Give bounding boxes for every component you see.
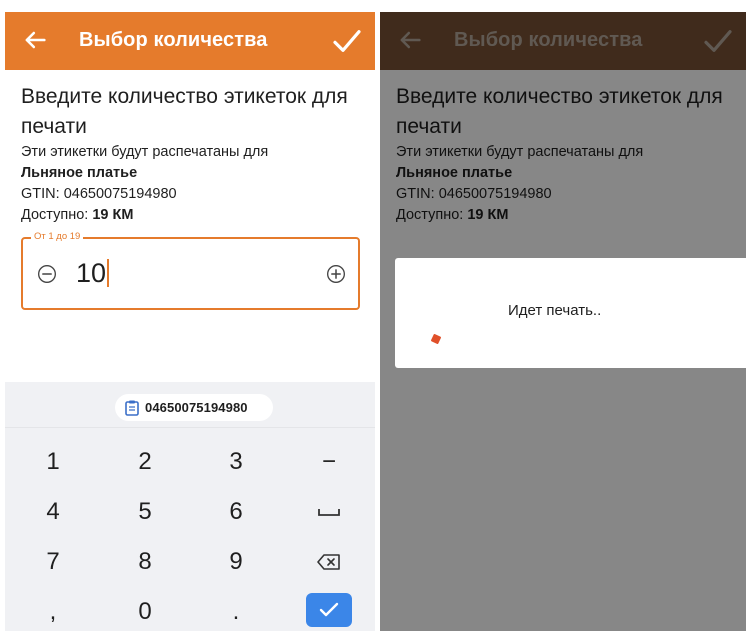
key-2[interactable]: 2 bbox=[115, 442, 175, 482]
minus-circle-icon[interactable] bbox=[37, 264, 57, 284]
key-3[interactable]: 3 bbox=[206, 442, 266, 482]
confirm-check-icon[interactable] bbox=[331, 25, 363, 57]
key-backspace[interactable] bbox=[299, 542, 359, 582]
clipboard-suggestion-text: 04650075194980 bbox=[145, 400, 248, 415]
key-comma[interactable]: , bbox=[23, 592, 83, 631]
space-bar-icon bbox=[318, 509, 340, 516]
numeric-keyboard: 04650075194980 1 2 3 − 4 5 6 7 8 9 , 0 . bbox=[5, 382, 375, 631]
gtin-label: GTIN: bbox=[21, 186, 60, 202]
key-done[interactable] bbox=[306, 593, 352, 627]
available-value: 19 КМ bbox=[92, 207, 134, 223]
plus-circle-icon[interactable] bbox=[326, 264, 346, 284]
available-label: Доступно: bbox=[21, 207, 89, 223]
key-1[interactable]: 1 bbox=[23, 442, 83, 482]
quantity-input[interactable]: 10 bbox=[76, 255, 110, 291]
clipboard-icon bbox=[125, 400, 139, 416]
page-title: Выбор количества bbox=[79, 29, 268, 51]
done-check-icon bbox=[319, 602, 339, 617]
available-line: Доступно: 19 КМ bbox=[21, 205, 363, 226]
key-0[interactable]: 0 bbox=[115, 592, 175, 631]
backspace-icon bbox=[317, 554, 340, 570]
gtin-line: GTIN: 04650075194980 bbox=[21, 184, 363, 205]
app-bar: Выбор количества bbox=[5, 12, 375, 70]
key-5[interactable]: 5 bbox=[115, 492, 175, 532]
key-period[interactable]: . bbox=[206, 592, 266, 631]
subtitle: Эти этикетки будут распечатаны для bbox=[21, 144, 269, 160]
product-name: Льняное платье bbox=[21, 165, 138, 181]
printing-dialog: Идет печать.. bbox=[395, 258, 746, 368]
key-9[interactable]: 9 bbox=[206, 542, 266, 582]
quantity-range-label: От 1 до 19 bbox=[31, 230, 84, 244]
loading-spinner-icon bbox=[430, 333, 442, 345]
suggestion-bar: 04650075194980 bbox=[5, 382, 375, 428]
left-screen: Выбор количества Введите количество этик… bbox=[5, 0, 375, 631]
heading: Введите количество этикеток для печати bbox=[21, 85, 348, 138]
quantity-field[interactable]: От 1 до 19 10 bbox=[21, 230, 360, 310]
text-cursor bbox=[107, 259, 110, 287]
key-minus[interactable]: − bbox=[299, 442, 359, 482]
key-7[interactable]: 7 bbox=[23, 542, 83, 582]
gtin-value: 04650075194980 bbox=[63, 186, 177, 202]
key-6[interactable]: 6 bbox=[206, 492, 266, 532]
key-4[interactable]: 4 bbox=[23, 492, 83, 532]
content-area: Введите количество этикеток для печати Э… bbox=[21, 70, 363, 226]
right-screen: Выбор количества Введите количество этик… bbox=[380, 0, 746, 631]
printing-message: Идет печать.. bbox=[508, 302, 602, 319]
key-space[interactable] bbox=[299, 492, 359, 532]
back-arrow-icon[interactable] bbox=[21, 26, 49, 54]
clipboard-suggestion-chip[interactable]: 04650075194980 bbox=[115, 394, 273, 421]
key-8[interactable]: 8 bbox=[115, 542, 175, 582]
